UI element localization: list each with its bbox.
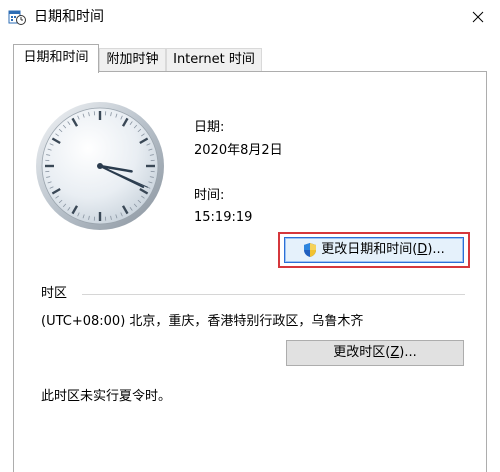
close-icon xyxy=(472,11,484,23)
tab-internet-time[interactable]: Internet 时间 xyxy=(166,48,262,72)
timezone-heading: 时区 xyxy=(41,286,68,301)
change-date-time-label: 更改日期和时间 xyxy=(321,242,413,257)
clock-center-cap xyxy=(97,163,103,169)
change-date-time-button[interactable]: 更改日期和时间(D)... xyxy=(284,237,464,263)
dst-note: 此时区未实行夏令时。 xyxy=(41,389,172,404)
timezone-separator xyxy=(82,294,465,295)
date-label: 日期: xyxy=(194,120,225,135)
time-label: 时间: xyxy=(194,188,225,203)
timezone-value: (UTC+08:00) 北京，重庆，香港特别行政区，乌鲁木齐 xyxy=(41,314,364,329)
date-value: 2020年8月2日 xyxy=(194,143,283,158)
tz-accel-close: )... xyxy=(399,345,417,360)
title-bar: 日期和时间 xyxy=(0,0,500,34)
time-value: 15:19:19 xyxy=(194,210,253,225)
change-timezone-button[interactable]: 更改时区(Z)... xyxy=(286,340,464,366)
tab-additional-clocks[interactable]: 附加时钟 xyxy=(99,48,166,72)
change-timezone-label: 更改时区 xyxy=(333,345,386,360)
tz-accel-key: Z xyxy=(390,345,400,360)
accel-close: )... xyxy=(427,242,445,257)
window-title: 日期和时间 xyxy=(34,9,104,25)
uac-shield-icon xyxy=(304,243,317,257)
datetime-settings-icon xyxy=(8,8,26,26)
close-button[interactable] xyxy=(456,0,500,34)
tab-strip: 日期和时间 附加时钟 Internet 时间 xyxy=(13,44,487,73)
tab-date-time[interactable]: 日期和时间 xyxy=(13,44,99,73)
tab-panel: 日期: 2020年8月2日 时间: 15:19:19 更改日期和时间(D)...… xyxy=(13,71,487,472)
analog-clock xyxy=(36,102,164,230)
accel-key: D xyxy=(417,242,428,257)
